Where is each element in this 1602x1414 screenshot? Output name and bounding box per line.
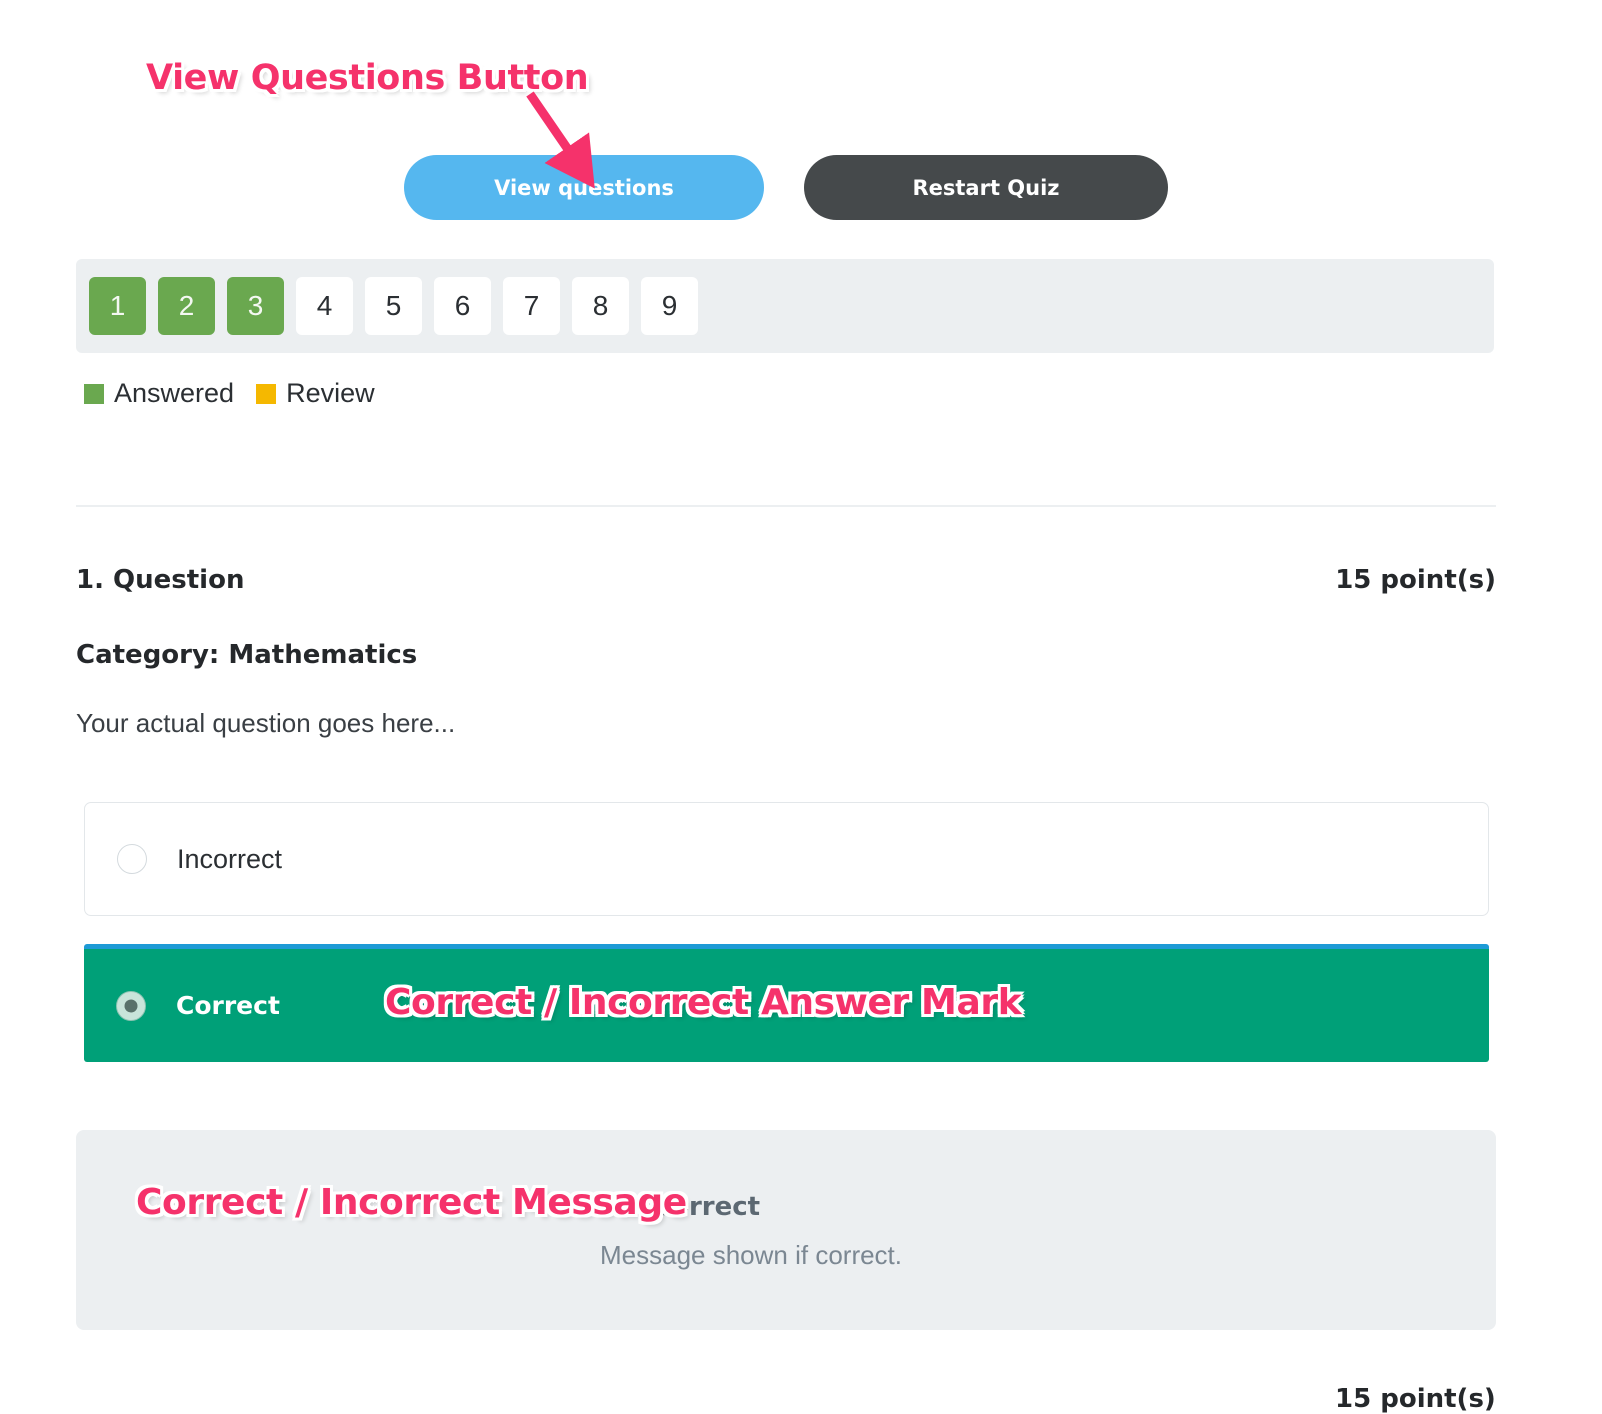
feedback-box [76, 1130, 1496, 1330]
question-nav-item[interactable]: 6 [434, 277, 491, 335]
question-points: 15 point(s) [1335, 565, 1496, 595]
question-nav-item[interactable]: 3 [227, 277, 284, 335]
legend-review-label: Review [286, 378, 375, 408]
legend-review-swatch-icon [256, 383, 277, 404]
answer-option-label: Correct [176, 991, 280, 1020]
annotation-answer-mark: Correct / Incorrect Answer Mark [385, 982, 1022, 1023]
answer-option-incorrect[interactable]: Incorrect [84, 802, 1489, 916]
restart-quiz-button[interactable]: Restart Quiz [804, 155, 1168, 220]
question-nav-item[interactable]: 1 [89, 277, 146, 335]
section-divider [76, 505, 1496, 507]
question-number-navigation: 123456789 [76, 259, 1494, 353]
answer-option-label: Incorrect [177, 843, 283, 874]
question-header: 1. Question 15 point(s) [76, 565, 1496, 595]
question-nav-item[interactable]: 8 [572, 277, 629, 335]
question-title: 1. Question [76, 565, 245, 595]
question-nav-item[interactable]: 2 [158, 277, 215, 335]
view-questions-button[interactable]: View questions [404, 155, 764, 220]
question-nav-item[interactable]: 9 [641, 277, 698, 335]
legend-answered-swatch-icon [84, 383, 104, 404]
annotation-feedback-message: Correct / Incorrect Message [136, 1182, 687, 1223]
question-nav-item[interactable]: 5 [365, 277, 422, 335]
question-nav-item[interactable]: 7 [503, 277, 560, 335]
feedback-body: Message shown if correct. [600, 1240, 903, 1270]
legend-answered-label: Answered [114, 378, 235, 408]
next-question-points: 15 point(s) [1335, 1384, 1496, 1414]
question-text: Your actual question goes here... [76, 708, 456, 738]
question-nav-item[interactable]: 4 [296, 277, 353, 335]
annotation-view-questions-button: View Questions Button [146, 58, 589, 98]
legend: Answered Review [84, 378, 397, 409]
radio-unselected-icon[interactable] [117, 844, 147, 874]
question-category: Category: Mathematics [76, 640, 418, 670]
radio-selected-icon[interactable] [116, 990, 146, 1021]
quiz-toolbar: View questions Restart Quiz [404, 155, 1168, 220]
